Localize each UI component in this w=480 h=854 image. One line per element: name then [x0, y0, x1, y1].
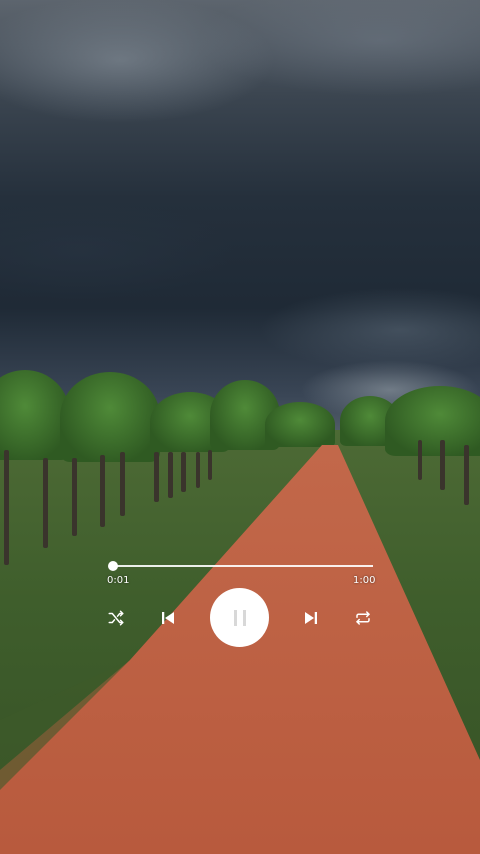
seek-bar[interactable] — [113, 565, 373, 567]
shuffle-button[interactable] — [104, 606, 128, 630]
pause-button[interactable] — [210, 588, 269, 647]
pause-icon — [233, 609, 246, 626]
previous-button[interactable] — [156, 606, 180, 630]
next-button[interactable] — [299, 606, 323, 630]
current-time: 0:01 — [107, 575, 130, 586]
repeat-button[interactable] — [351, 606, 375, 630]
skip-next-icon — [305, 612, 317, 624]
duration-time: 1:00 — [353, 575, 376, 586]
seek-thumb[interactable] — [108, 561, 118, 571]
media-player: 0:01 1:00 — [0, 0, 480, 854]
skip-previous-icon — [162, 612, 174, 624]
repeat-icon — [356, 611, 370, 625]
shuffle-icon — [108, 610, 124, 626]
